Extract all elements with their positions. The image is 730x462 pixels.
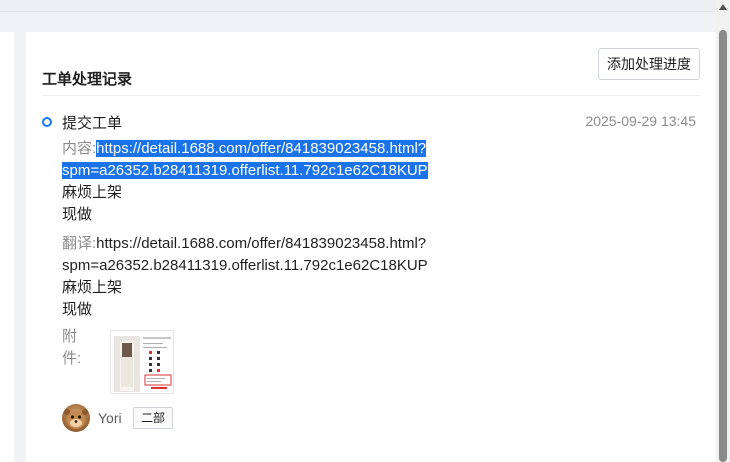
- card-header: 工单处理记录 添加处理进度: [42, 46, 700, 96]
- translation-line3: 麻烦上架: [62, 279, 123, 296]
- avatar-face-icon: [64, 409, 88, 429]
- add-progress-button[interactable]: 添加处理进度: [598, 48, 700, 80]
- scroll-up-arrow-icon[interactable]: [719, 4, 727, 10]
- attachment-thumbnail[interactable]: [110, 330, 174, 394]
- translation-url-line2: spm=a26352.b28411319.offerlist.11.792c1e…: [62, 257, 428, 274]
- attachment-thumbnail-image: [111, 331, 173, 393]
- timeline-dot-icon: [42, 117, 52, 127]
- panel-title: 工单处理记录: [42, 71, 133, 88]
- translation-label: 翻译:: [62, 235, 97, 252]
- translation-block: 翻译:https://detail.1688.com/offer/8418390…: [62, 233, 482, 321]
- content-block: 内容:https://detail.1688.com/offer/8418390…: [62, 138, 482, 226]
- content-url-line2[interactable]: spm=a26352.b28411319.offerlist.11.792c1e…: [62, 162, 428, 179]
- translation-url-line1: https://detail.1688.com/offer/8418390234…: [96, 235, 427, 252]
- content-line3: 麻烦上架: [62, 184, 123, 201]
- record-time: 2025-09-29 13:45: [585, 113, 696, 129]
- content-url-line1[interactable]: https://detail.1688.com/offer/8418390234…: [96, 140, 427, 157]
- translation-line4: 现做: [62, 301, 93, 318]
- left-panel-edge: [0, 32, 14, 462]
- avatar: [62, 404, 90, 432]
- vertical-scrollbar[interactable]: [716, 0, 730, 462]
- scrollbar-thumb[interactable]: [719, 30, 727, 462]
- top-strip: [0, 0, 716, 12]
- processing-record-card: 工单处理记录 添加处理进度 提交工单 2025-09-29 13:45 内容:h…: [26, 32, 716, 462]
- record-title: 提交工单: [62, 115, 123, 132]
- attachment-label: 附件:: [62, 328, 82, 367]
- content-line4: 现做: [62, 206, 93, 223]
- department-tag: 二部: [133, 407, 174, 429]
- content-label: 内容:: [62, 140, 97, 157]
- user-name: Yori: [98, 410, 122, 426]
